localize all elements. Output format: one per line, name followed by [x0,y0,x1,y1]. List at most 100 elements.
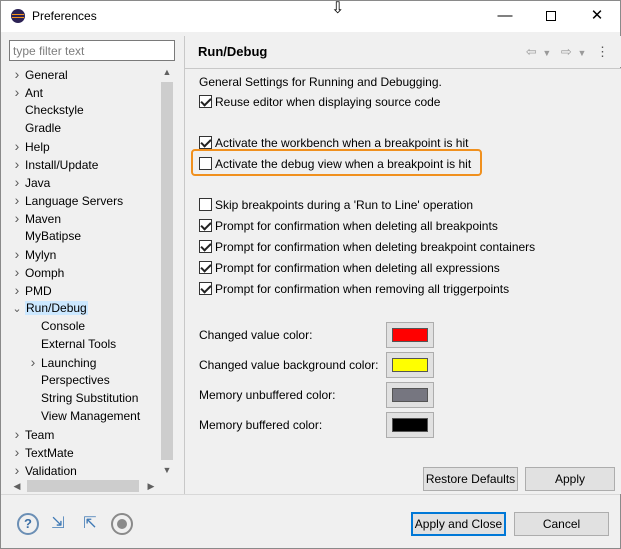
checkbox-unchecked[interactable] [199,198,212,211]
scroll-down-icon[interactable]: ▼ [159,462,175,478]
tree-item[interactable]: MyBatipse [9,227,81,245]
chevron-right-icon[interactable]: › [9,281,25,299]
scroll-left-icon[interactable]: ◀ [9,478,25,494]
apply-and-close-button[interactable]: Apply and Close [411,512,506,536]
tree-horizontal-scrollbar[interactable]: ◀ ▶ [9,478,159,494]
tree-item[interactable]: › Mylyn [9,245,57,263]
tree-item-label: External Tools [41,337,117,351]
color-picker-button[interactable] [386,412,434,438]
close-button[interactable]: ✕ [574,1,620,32]
tree-item[interactable]: › General [9,65,68,83]
tree-item[interactable]: › Install/Update [9,155,99,173]
tree-item[interactable]: › Java [9,173,51,191]
tree-item-label: MyBatipse [25,229,82,243]
chevron-down-icon[interactable]: ▼ [577,48,586,58]
restore-defaults-button[interactable]: Restore Defaults [423,467,518,491]
checkbox-option[interactable]: Skip breakpoints during a 'Run to Line' … [199,197,473,213]
color-swatch [392,328,428,342]
tree-item[interactable]: › Team [9,425,55,443]
maximize-button[interactable] [528,1,574,32]
tree-item[interactable]: External Tools [25,335,116,353]
tree-item-label: Console [41,319,86,333]
page-nav-toolbar: ⇦ ▼ ⇨ ▼ ⋮ [520,44,609,60]
scroll-right-icon[interactable]: ▶ [143,478,159,494]
tree-item[interactable]: Gradle [9,119,61,137]
checkbox-checked[interactable] [199,219,212,232]
tree-item[interactable]: › PMD [9,281,52,299]
arrow-left-icon[interactable]: ⇦ [526,44,537,60]
checkbox-checked[interactable] [199,282,212,295]
maximize-icon [546,11,556,22]
checkbox-label: Prompt for confirmation when removing al… [215,282,510,296]
help-icon[interactable]: ? [17,513,39,535]
record-icon[interactable] [111,513,133,535]
chevron-right-icon[interactable]: › [9,461,25,478]
import-icon[interactable]: ⇲ [47,513,69,535]
chevron-right-icon[interactable]: › [9,65,25,83]
chevron-right-icon[interactable]: › [9,173,25,191]
color-label: Changed value color: [199,328,313,342]
highlight-box [191,149,482,176]
export-icon[interactable]: ⇱ [79,513,101,535]
tree-item-label: General [25,68,68,82]
checkbox-checked[interactable] [199,261,212,274]
chevron-right-icon[interactable]: › [9,83,25,101]
tree-item[interactable]: › Language Servers [9,191,123,209]
checkbox-checked[interactable] [199,136,212,149]
filter-input[interactable] [9,40,175,61]
chevron-right-icon[interactable]: › [9,425,25,443]
tree-item-label: Ant [25,86,44,100]
chevron-right-icon[interactable]: › [9,191,25,209]
kebab-menu-icon[interactable]: ⋮ [596,44,609,60]
tree-item[interactable]: › Maven [9,209,61,227]
tree-item[interactable]: View Management [25,407,140,425]
chevron-right-icon[interactable]: › [9,137,25,155]
tree-item[interactable]: › Validation [9,461,77,478]
checkbox-checked[interactable] [199,95,212,108]
minimize-button[interactable]: — [482,1,528,32]
cancel-button[interactable]: Cancel [514,512,609,536]
color-picker-button[interactable] [386,382,434,408]
run-debug-settings: General Settings for Running and Debuggi… [185,69,621,494]
checkbox-option[interactable]: Prompt for confirmation when deleting br… [199,239,535,255]
chevron-right-icon[interactable]: › [9,155,25,173]
chevron-down-icon[interactable]: ⌄ [9,300,25,318]
chevron-right-icon[interactable]: › [9,443,25,461]
scroll-thumb-horizontal[interactable] [27,480,139,492]
apply-button[interactable]: Apply [525,467,615,491]
checkbox-option[interactable]: Prompt for confirmation when deleting al… [199,260,500,276]
color-picker-button[interactable] [386,352,434,378]
tree-item[interactable]: Perspectives [25,371,110,389]
chevron-right-icon[interactable]: › [9,209,25,227]
chevron-right-icon[interactable]: › [25,353,41,371]
tree-item[interactable]: String Substitution [25,389,138,407]
tree-item[interactable]: › Oomph [9,263,65,281]
tree-vertical-scrollbar[interactable]: ▲ ▼ [159,64,175,478]
tree-item[interactable]: Checkstyle [9,101,84,119]
color-swatch [392,388,428,402]
tree-item[interactable]: › Ant [9,83,43,101]
arrow-right-icon[interactable]: ⇨ [561,44,572,60]
page-description: General Settings for Running and Debuggi… [199,75,442,89]
color-label: Memory unbuffered color: [199,388,336,402]
tree-item[interactable]: › Launching [25,353,97,371]
checkbox-option[interactable]: Prompt for confirmation when removing al… [199,281,509,297]
tree-item[interactable]: ⌄ Run/Debug [9,299,88,317]
tree-item-label: Help [25,140,50,154]
tree-item[interactable]: › Help [9,137,50,155]
tree-item[interactable]: › TextMate [9,443,74,461]
color-swatch [392,358,428,372]
checkbox-label: Activate the workbench when a breakpoint… [215,136,469,150]
chevron-down-icon[interactable]: ▼ [542,48,551,58]
checkbox-option[interactable]: Prompt for confirmation when deleting al… [199,218,498,234]
tree-item[interactable]: Console [25,317,85,335]
checkbox-checked[interactable] [199,240,212,253]
color-picker-button[interactable] [386,322,434,348]
scroll-up-icon[interactable]: ▲ [159,64,175,80]
tree-item-label: Perspectives [41,373,110,387]
chevron-right-icon[interactable]: › [9,263,25,281]
chevron-right-icon[interactable]: › [9,245,25,263]
checkbox-option[interactable]: Reuse editor when displaying source code [199,94,440,110]
tree-item-label: TextMate [25,446,74,460]
scroll-thumb[interactable] [161,82,173,460]
